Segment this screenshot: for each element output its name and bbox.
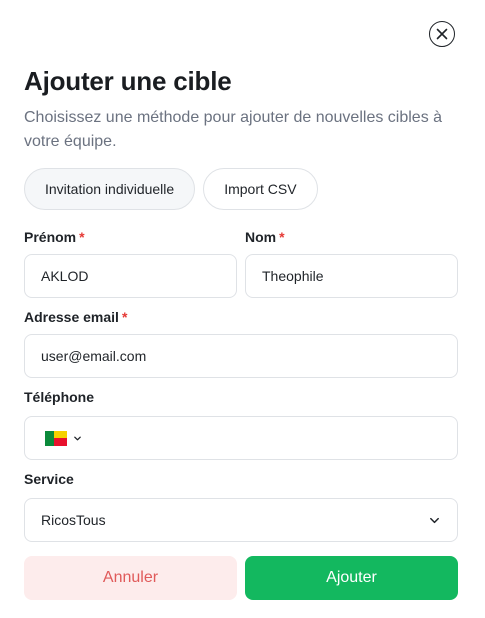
required-marker: * [121,309,128,325]
email-input[interactable] [41,348,441,364]
country-code-selector[interactable] [41,430,82,446]
first-name-field-wrapper [24,254,237,298]
phone-field-wrapper [24,416,458,460]
first-name-label: Prénom * [24,229,85,245]
close-icon [436,28,448,40]
tab-csv-import[interactable]: Import CSV [203,168,318,210]
tab-individual-invitation[interactable]: Invitation individuelle [24,168,196,210]
cancel-button[interactable]: Annuler [24,556,237,600]
service-select[interactable]: RicosTous [24,498,458,542]
last-name-field-wrapper [245,254,458,298]
add-button[interactable]: Ajouter [245,556,458,600]
chevron-down-icon [428,514,441,527]
required-marker: * [79,229,85,245]
close-button[interactable] [429,21,455,47]
dialog-title: Ajouter une cible [24,66,232,96]
dialog-subtitle: Choisissez une méthode pour ajouter de n… [24,109,443,150]
last-name-label: Nom * [245,229,285,245]
email-field-wrapper [24,334,458,378]
last-name-input[interactable] [262,268,441,284]
benin-flag-icon [45,430,67,446]
phone-input[interactable] [92,430,441,446]
email-label: Adresse email * [24,309,128,325]
service-selected-value: RicosTous [41,512,106,528]
phone-label: Téléphone [24,389,95,405]
method-tabs: Invitation individuelle Import CSV [24,168,318,210]
service-label: Service [24,471,74,487]
chevron-down-icon [73,434,82,443]
required-marker: * [279,229,285,245]
first-name-input[interactable] [41,268,220,284]
